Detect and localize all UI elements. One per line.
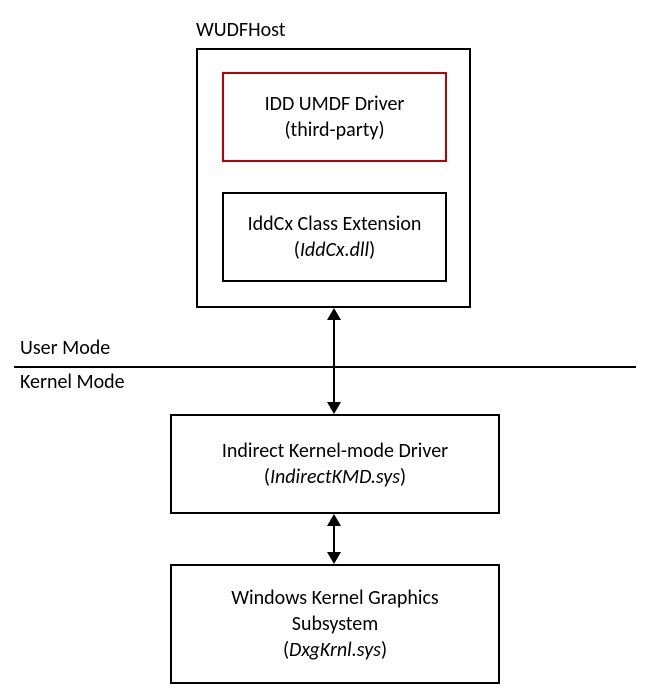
idd-line2: (third-party)	[284, 117, 384, 143]
mode-divider	[14, 366, 636, 368]
kernel-mode-label: Kernel Mode	[20, 370, 125, 394]
user-mode-label: User Mode	[20, 336, 110, 360]
arrow-wudfhost-ikmd	[333, 318, 335, 404]
dxg-line3: (DxgKrnl.sys)	[283, 637, 387, 663]
iddcx-box: IddCx Class Extension (IddCx.dll)	[222, 192, 447, 282]
wudfhost-title: WUDFHost	[196, 18, 285, 42]
iddcx-line2: (IddCx.dll)	[294, 237, 375, 263]
idd-line1: IDD UMDF Driver	[265, 91, 405, 117]
idd-umdf-driver-box: IDD UMDF Driver (third-party)	[222, 72, 447, 162]
arrow-wudfhost-ikmd-head-down	[327, 402, 341, 414]
dxg-line1: Windows Kernel Graphics	[231, 585, 439, 611]
ikmd-line2: (IndirectKMD.sys)	[264, 464, 406, 490]
arrow-ikmd-dxg-head-up	[327, 514, 341, 526]
ikmd-box: Indirect Kernel-mode Driver (IndirectKMD…	[170, 414, 500, 514]
dxgkrnl-box: Windows Kernel Graphics Subsystem (DxgKr…	[170, 564, 500, 684]
iddcx-line1: IddCx Class Extension	[248, 211, 422, 237]
arrow-ikmd-dxg-head-down	[327, 552, 341, 564]
ikmd-line1: Indirect Kernel-mode Driver	[222, 438, 448, 464]
dxg-line2: Subsystem	[292, 611, 378, 637]
arrow-wudfhost-ikmd-head-up	[327, 308, 341, 320]
arrow-ikmd-dxg	[333, 524, 335, 554]
